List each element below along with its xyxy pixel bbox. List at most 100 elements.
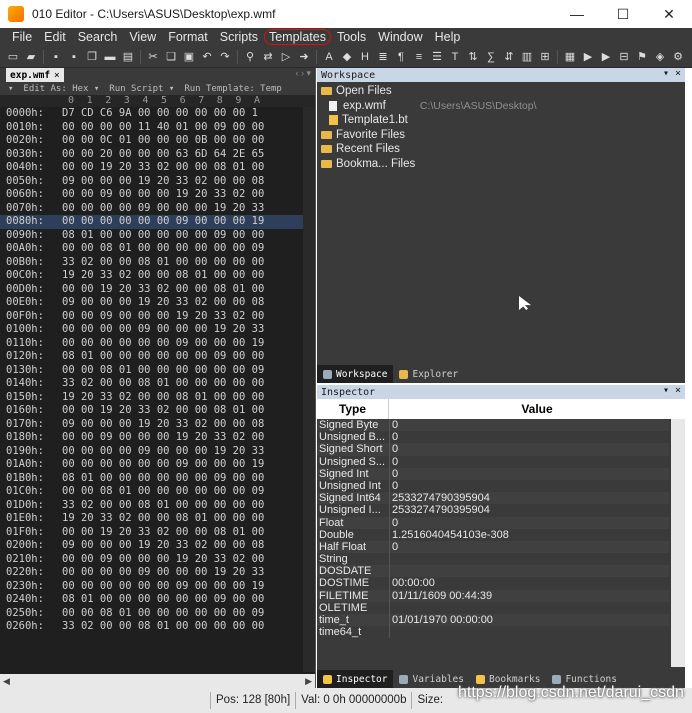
menu-help[interactable]: Help [429, 28, 467, 46]
find-icon[interactable]: ⚲ [243, 50, 257, 64]
hex-row[interactable]: 0010h: 00 00 00 00 11 40 01 00 09 00 00 [0, 121, 303, 135]
menu-templates[interactable]: Templates [263, 29, 331, 45]
tree-bookmarked-files[interactable]: Bookma... Files [321, 157, 685, 172]
hex-row[interactable]: 00B0h: 33 02 00 00 08 01 00 00 00 00 00 [0, 256, 303, 270]
run-script-dropdown[interactable]: Run Script ▾ [109, 84, 174, 94]
hex-row[interactable]: 0090h: 08 01 00 00 00 00 00 00 09 00 00 [0, 229, 303, 243]
inspector-value[interactable]: 0 [389, 479, 669, 493]
hex-mode-icon[interactable]: H [358, 50, 372, 64]
hex-row[interactable]: 01D0h: 33 02 00 00 08 01 00 00 00 00 00 [0, 499, 303, 513]
tab-workspace[interactable]: Workspace [317, 365, 394, 383]
inspector-scrollbar[interactable] [671, 419, 685, 667]
new-file-icon[interactable]: ▭ [6, 50, 20, 64]
inspector-row[interactable]: DOSDATE [317, 565, 669, 578]
tree-file-exp[interactable]: exp.wmf C:\Users\ASUS\Desktop\ [321, 99, 685, 114]
ops-icon[interactable]: ⊞ [538, 50, 552, 64]
hex-bytes[interactable]: 19 20 33 02 00 00 08 01 00 00 00 [62, 391, 264, 405]
hex-row[interactable]: 0230h: 00 00 00 00 00 00 09 00 00 00 19 [0, 580, 303, 594]
copy-icon[interactable]: ❏ [164, 50, 178, 64]
hex-row[interactable]: 01A0h: 00 00 00 00 00 00 09 00 00 00 19 [0, 458, 303, 472]
paragraph-icon[interactable]: ¶ [394, 50, 408, 64]
hex-row[interactable]: 0060h: 00 00 09 00 00 00 19 20 33 02 00 [0, 188, 303, 202]
hex-bytes[interactable]: 09 00 00 00 19 20 33 02 00 00 08 [62, 175, 264, 189]
hex-bytes[interactable]: D7 CD C6 9A 00 00 00 00 00 00 1 [62, 107, 258, 121]
hex-row[interactable]: 0220h: 00 00 00 00 09 00 00 00 19 20 33 [0, 566, 303, 580]
inspector-value[interactable] [389, 626, 669, 639]
hex-row[interactable]: 00A0h: 00 00 08 01 00 00 00 00 00 00 09 [0, 242, 303, 256]
inspector-value[interactable] [389, 565, 669, 578]
hex-bytes[interactable]: 19 20 33 02 00 00 08 01 00 00 00 [62, 269, 264, 283]
inspector-icon[interactable]: ◈ [653, 50, 667, 64]
inspector-value[interactable]: 2533274790395904 [389, 492, 669, 505]
undo-icon[interactable]: ↶ [200, 50, 214, 64]
tab-inspector[interactable]: Inspector [317, 670, 394, 688]
binary-icon[interactable]: ⊟ [617, 50, 631, 64]
hex-row[interactable]: 0190h: 00 00 00 00 09 00 00 00 19 20 33 [0, 445, 303, 459]
inspector-value[interactable]: 2533274790395904 [389, 504, 669, 517]
type-column-header[interactable]: Type [317, 399, 389, 419]
menu-tools[interactable]: Tools [331, 28, 372, 46]
inspector-row[interactable]: FILETIME 01/11/1609 00:44:39 [317, 589, 669, 602]
hex-bytes[interactable]: 00 00 00 00 09 00 00 00 19 20 33 [62, 323, 264, 337]
hex-bytes[interactable]: 00 00 19 20 33 02 00 00 08 01 00 [62, 283, 264, 297]
menu-search[interactable]: Search [72, 28, 124, 46]
hex-row[interactable]: 0180h: 00 00 09 00 00 00 19 20 33 02 00 [0, 431, 303, 445]
hex-bytes[interactable]: 00 00 19 20 33 02 00 00 08 01 00 [62, 404, 264, 418]
hex-bytes[interactable]: 08 01 00 00 00 00 00 00 09 00 00 [62, 229, 264, 243]
hex-bytes[interactable]: 08 01 00 00 00 00 00 00 09 00 00 [62, 472, 264, 486]
hex-bytes[interactable]: 00 00 00 00 09 00 00 00 19 20 33 [62, 202, 264, 216]
hex-bytes[interactable]: 00 00 19 20 33 02 00 00 08 01 00 [62, 161, 264, 175]
hex-bytes[interactable]: 00 00 0C 01 00 00 00 0B 00 00 00 [62, 134, 264, 148]
menu-scripts[interactable]: Scripts [214, 28, 264, 46]
hex-row[interactable]: 0150h: 19 20 33 02 00 00 08 01 00 00 00 [0, 391, 303, 405]
inspector-value[interactable]: 0 [389, 455, 669, 468]
folder-icon[interactable]: ▬ [103, 50, 117, 64]
inspector-row[interactable]: time64_t [317, 626, 669, 639]
text-icon[interactable]: T [448, 50, 462, 64]
minimize-button[interactable]: — [554, 0, 600, 28]
hex-row[interactable]: 01C0h: 00 00 08 01 00 00 00 00 00 00 09 [0, 485, 303, 499]
hex-bytes[interactable]: 08 01 00 00 00 00 00 00 09 00 00 [62, 593, 264, 607]
hex-row[interactable]: 0040h: 00 00 19 20 33 02 00 00 08 01 00 [0, 161, 303, 175]
menu-view[interactable]: View [123, 28, 162, 46]
align-icon[interactable]: ≡ [412, 50, 426, 64]
panel-close-icon[interactable]: ▾ × [663, 385, 681, 396]
inspector-row[interactable]: Unsigned Int 0 [317, 479, 669, 493]
hex-row[interactable]: 0170h: 09 00 00 00 19 20 33 02 00 00 08 [0, 418, 303, 432]
run-template-dropdown[interactable]: Run Template: Temp [184, 84, 282, 94]
inspector-row[interactable]: Signed Short 0 [317, 443, 669, 456]
hex-row[interactable]: 0200h: 09 00 00 00 19 20 33 02 00 00 08 [0, 539, 303, 553]
inspector-value[interactable]: 1.2516040454103e-308 [389, 528, 669, 541]
print-icon[interactable]: ▤ [121, 50, 135, 64]
hex-bytes[interactable]: 00 00 08 01 00 00 00 00 00 00 09 [62, 607, 264, 621]
histogram-icon[interactable]: ▥ [520, 50, 534, 64]
inspector-value[interactable]: 01/11/1609 00:44:39 [389, 589, 669, 602]
options-dropdown[interactable]: ▾ [8, 84, 13, 94]
hex-row[interactable]: 0080h: 00 00 00 00 00 00 09 00 00 00 19 [0, 215, 303, 229]
hex-bytes[interactable]: 00 00 00 00 00 00 09 00 00 00 19 [62, 580, 264, 594]
hex-bytes[interactable]: 33 02 00 00 08 01 00 00 00 00 00 [62, 256, 264, 270]
hex-row[interactable]: 0140h: 33 02 00 00 08 01 00 00 00 00 00 [0, 377, 303, 391]
hex-bytes[interactable]: 19 20 33 02 00 00 08 01 00 00 00 [62, 512, 264, 526]
goto-icon[interactable]: ➜ [297, 50, 311, 64]
hex-bytes[interactable]: 00 00 00 00 09 00 00 00 19 20 33 [62, 445, 264, 459]
hex-bytes[interactable]: 00 00 20 00 00 00 63 6D 64 2E 65 [62, 148, 264, 162]
template-run-icon[interactable]: ▶ [581, 50, 595, 64]
tab-nav-arrows[interactable]: ‹ › ▾ [295, 68, 311, 79]
bookmark-icon[interactable]: ⚑ [635, 50, 649, 64]
hex-bytes[interactable]: 00 00 09 00 00 00 19 20 33 02 00 [62, 431, 264, 445]
edit-as-dropdown[interactable]: Edit As: Hex ▾ [23, 84, 99, 94]
close-button[interactable]: ✕ [646, 0, 692, 28]
hex-bytes[interactable]: 00 00 09 00 00 00 19 20 33 02 00 [62, 310, 264, 324]
hex-bytes[interactable]: 00 00 09 00 00 00 19 20 33 02 00 [62, 553, 264, 567]
save-icon[interactable]: ▪ [49, 50, 63, 64]
inspector-row[interactable]: DOSTIME 00:00:00 [317, 577, 669, 590]
hex-bytes[interactable]: 33 02 00 00 08 01 00 00 00 00 00 [62, 499, 264, 513]
hex-bytes[interactable]: 09 00 00 00 19 20 33 02 00 00 08 [62, 418, 264, 432]
hex-row[interactable]: 0050h: 09 00 00 00 19 20 33 02 00 00 08 [0, 175, 303, 189]
hex-bytes[interactable]: 00 00 08 01 00 00 00 00 00 00 09 [62, 242, 264, 256]
tree-recent-files[interactable]: Recent Files [321, 142, 685, 157]
hex-row[interactable]: 0160h: 00 00 19 20 33 02 00 00 08 01 00 [0, 404, 303, 418]
hex-row[interactable]: 0250h: 00 00 08 01 00 00 00 00 00 00 09 [0, 607, 303, 621]
paste-icon[interactable]: ▣ [182, 50, 196, 64]
